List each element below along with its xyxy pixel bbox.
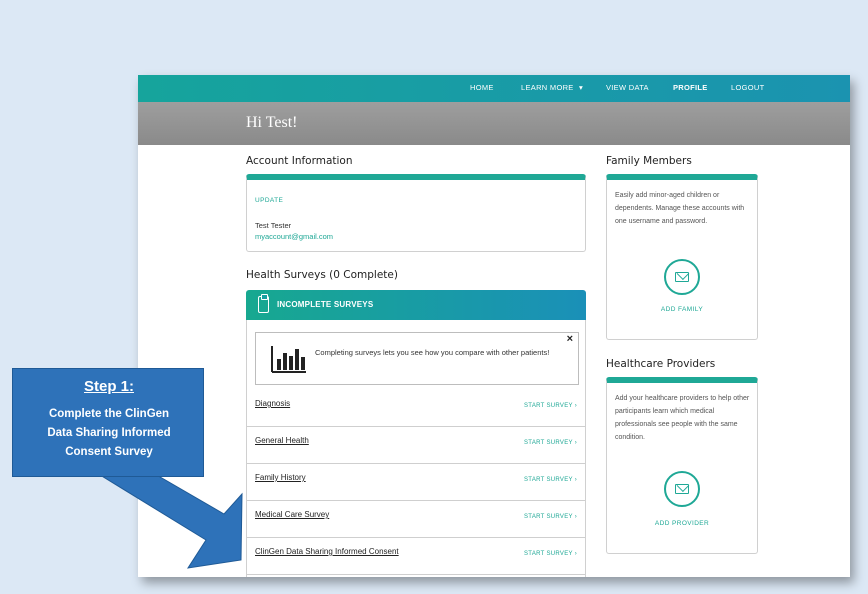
step-callout-title: Step 1:: [83, 378, 134, 395]
step-callout-line-1: Complete the ClinGen: [48, 408, 170, 420]
step-callout-line-3: Consent Survey: [65, 446, 153, 458]
callout-arrow: [90, 469, 243, 569]
step-callout-body: Complete the ClinGen Data Sharing Inform…: [13, 405, 205, 462]
step-callout: Step 1: Complete the ClinGen Data Sharin…: [12, 368, 204, 477]
step-callout-line-2: Data Sharing Informed: [47, 427, 171, 439]
